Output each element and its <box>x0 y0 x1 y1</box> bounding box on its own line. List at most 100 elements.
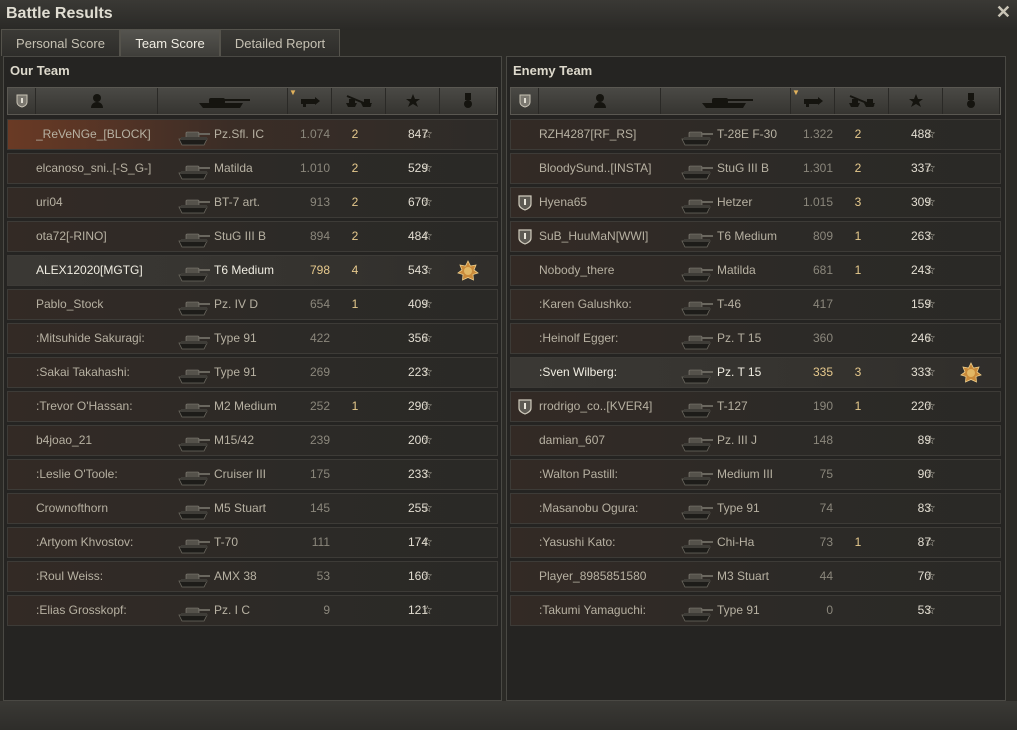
squad-badge-icon <box>517 120 533 149</box>
vehicle-name: AMX 38 <box>214 569 257 583</box>
table-row[interactable]: Pablo_Stock Pz. IV D 654 1 409 ☆ <box>7 289 498 320</box>
table-row[interactable]: :Yasushi Kato: Chi-Ha 73 1 87 ☆ <box>510 527 1001 558</box>
tank-icon <box>176 120 212 149</box>
tank-icon <box>679 494 715 523</box>
table-row[interactable]: Hyena65 Hetzer 1.015 3 309 ☆ <box>510 187 1001 218</box>
table-row[interactable]: Player_8985851580 M3 Stuart 44 70 ☆ <box>510 561 1001 592</box>
table-row[interactable]: elcanoso_sni..[-S_G-] Matilda 1.010 2 529 ☆ <box>7 153 498 184</box>
squad-badge-icon <box>517 460 533 489</box>
table-row[interactable]: ALEX12020[MGTG] T6 Medium 798 4 543 ☆ <box>7 255 498 286</box>
table-row[interactable]: :Trevor O'Hassan: M2 Medium 252 1 290 ☆ <box>7 391 498 422</box>
table-row[interactable]: SuB_HuuMaN[WWI] T6 Medium 809 1 263 ☆ <box>510 221 1001 252</box>
squad-column-icon[interactable] <box>511 88 539 114</box>
player-name: Hyena65 <box>539 195 588 209</box>
table-row[interactable]: :Takumi Yamaguchi: Type 91 0 53 ☆ <box>510 595 1001 626</box>
medal-column-icon[interactable] <box>440 88 497 114</box>
kills-value: 1 <box>854 535 862 549</box>
kills-value: 1 <box>351 297 359 311</box>
vehicle-column-icon[interactable] <box>158 88 288 114</box>
player-name: :Mitsuhide Sakuragi: <box>36 331 145 345</box>
table-row[interactable]: :Roul Weiss: AMX 38 53 160 ☆ <box>7 561 498 592</box>
star-icon: ☆ <box>422 433 433 447</box>
vehicle-name: Pz.Sfl. IC <box>214 127 265 141</box>
player-name: :Sven Wilberg: <box>539 365 618 379</box>
squad-column-icon[interactable] <box>8 88 36 114</box>
damage-value: 913 <box>309 195 330 209</box>
table-row[interactable]: b4joao_21 M15/42 239 200 ☆ <box>7 425 498 456</box>
player-column-icon[interactable] <box>36 88 158 114</box>
table-row[interactable]: Crownofthorn M5 Stuart 145 255 ☆ <box>7 493 498 524</box>
player-name: _ReVeNGe_[BLOCK] <box>36 127 151 141</box>
vehicle-name: Type 91 <box>717 603 760 617</box>
kills-value <box>851 596 865 625</box>
vehicle-name: M2 Medium <box>214 399 277 413</box>
tank-icon <box>679 528 715 557</box>
star-icon: ☆ <box>925 263 936 277</box>
squad-badge-icon <box>517 426 533 455</box>
medal-icon[interactable] <box>960 358 982 387</box>
damage-value: 269 <box>309 365 330 379</box>
damage-value: 74 <box>819 501 833 515</box>
medal-column-icon[interactable] <box>943 88 1000 114</box>
table-row[interactable]: _ReVeNGe_[BLOCK] Pz.Sfl. IC 1.074 2 847 ☆ <box>7 119 498 150</box>
table-row[interactable]: :Walton Pastill: Medium III 75 90 ☆ <box>510 459 1001 490</box>
star-icon: ☆ <box>925 297 936 311</box>
tab-personal-score[interactable]: Personal Score <box>1 29 120 56</box>
star-icon: ☆ <box>422 297 433 311</box>
table-row[interactable]: :Artyom Khvostov: T-70 111 174 ☆ <box>7 527 498 558</box>
table-row[interactable]: uri04 BT-7 art. 913 2 670 ☆ <box>7 187 498 218</box>
tank-icon <box>176 528 212 557</box>
table-row[interactable]: :Leslie O'Toole: Cruiser III 175 233 ☆ <box>7 459 498 490</box>
kills-column-icon[interactable] <box>332 88 386 114</box>
column-header: ▼ <box>7 87 498 115</box>
player-name: :Walton Pastill: <box>539 467 618 481</box>
player-name: :Sakai Takahashi: <box>36 365 130 379</box>
squad-badge-icon <box>14 562 30 591</box>
table-row[interactable]: :Elias Grosskopf: Pz. I C 9 121 ☆ <box>7 595 498 626</box>
kills-value: 1 <box>351 399 359 413</box>
tank-icon <box>679 562 715 591</box>
table-row[interactable]: :Mitsuhide Sakuragi: Type 91 422 356 ☆ <box>7 323 498 354</box>
damage-value: 145 <box>309 501 330 515</box>
vehicle-column-icon[interactable] <box>661 88 791 114</box>
enemy-team-panel: Enemy Team ▼ RZH4287[RF_RS] T-28E F-30 1.3… <box>506 56 1006 701</box>
tab-detailed-report[interactable]: Detailed Report <box>220 29 340 56</box>
table-row[interactable]: BloodySund..[INSTA] StuG III B 1.301 2 337 ☆ <box>510 153 1001 184</box>
tab-team-score[interactable]: Team Score <box>120 29 220 56</box>
close-icon[interactable]: ✕ <box>996 2 1011 23</box>
table-row[interactable]: :Masanobu Ogura: Type 91 74 83 ☆ <box>510 493 1001 524</box>
table-row[interactable]: RZH4287[RF_RS] T-28E F-30 1.322 2 488 ☆ <box>510 119 1001 150</box>
vehicle-name: Type 91 <box>214 331 257 345</box>
squad-badge-icon <box>14 596 30 625</box>
tank-icon <box>176 392 212 421</box>
medal-icon[interactable] <box>457 256 479 285</box>
table-row[interactable]: rrodrigo_co..[KVER4] T-127 190 1 220 ☆ <box>510 391 1001 422</box>
table-row[interactable]: ota72[-RINO] StuG III B 894 2 484 ☆ <box>7 221 498 252</box>
damage-value: 417 <box>812 297 833 311</box>
table-row[interactable]: Nobody_there Matilda 681 1 243 ☆ <box>510 255 1001 286</box>
player-name: Nobody_there <box>539 263 615 277</box>
table-row[interactable]: :Sven Wilberg: Pz. T 15 335 3 333 ☆ <box>510 357 1001 388</box>
player-column-icon[interactable] <box>539 88 661 114</box>
player-name: :Masanobu Ogura: <box>539 501 639 515</box>
table-row[interactable]: damian_607 Pz. III J 148 89 ☆ <box>510 425 1001 456</box>
kills-value <box>851 290 865 319</box>
squad-badge-icon <box>517 324 533 353</box>
damage-column-icon[interactable]: ▼ <box>791 88 835 114</box>
vehicle-name: Pz. III J <box>717 433 758 447</box>
player-name: :Roul Weiss: <box>36 569 104 583</box>
table-row[interactable]: :Karen Galushko: T-46 417 159 ☆ <box>510 289 1001 320</box>
damage-value: 894 <box>309 229 330 243</box>
player-name: :Trevor O'Hassan: <box>36 399 133 413</box>
vehicle-name: T-127 <box>717 399 748 413</box>
table-row[interactable]: :Sakai Takahashi: Type 91 269 223 ☆ <box>7 357 498 388</box>
squad-badge-icon <box>517 290 533 319</box>
xp-column-icon[interactable] <box>889 88 943 114</box>
damage-column-icon[interactable]: ▼ <box>288 88 332 114</box>
vehicle-name: M5 Stuart <box>214 501 267 515</box>
table-row[interactable]: :Heinolf Egger: Pz. T 15 360 246 ☆ <box>510 323 1001 354</box>
xp-column-icon[interactable] <box>386 88 440 114</box>
kills-column-icon[interactable] <box>835 88 889 114</box>
tank-icon <box>679 358 715 387</box>
player-name: b4joao_21 <box>36 433 93 447</box>
